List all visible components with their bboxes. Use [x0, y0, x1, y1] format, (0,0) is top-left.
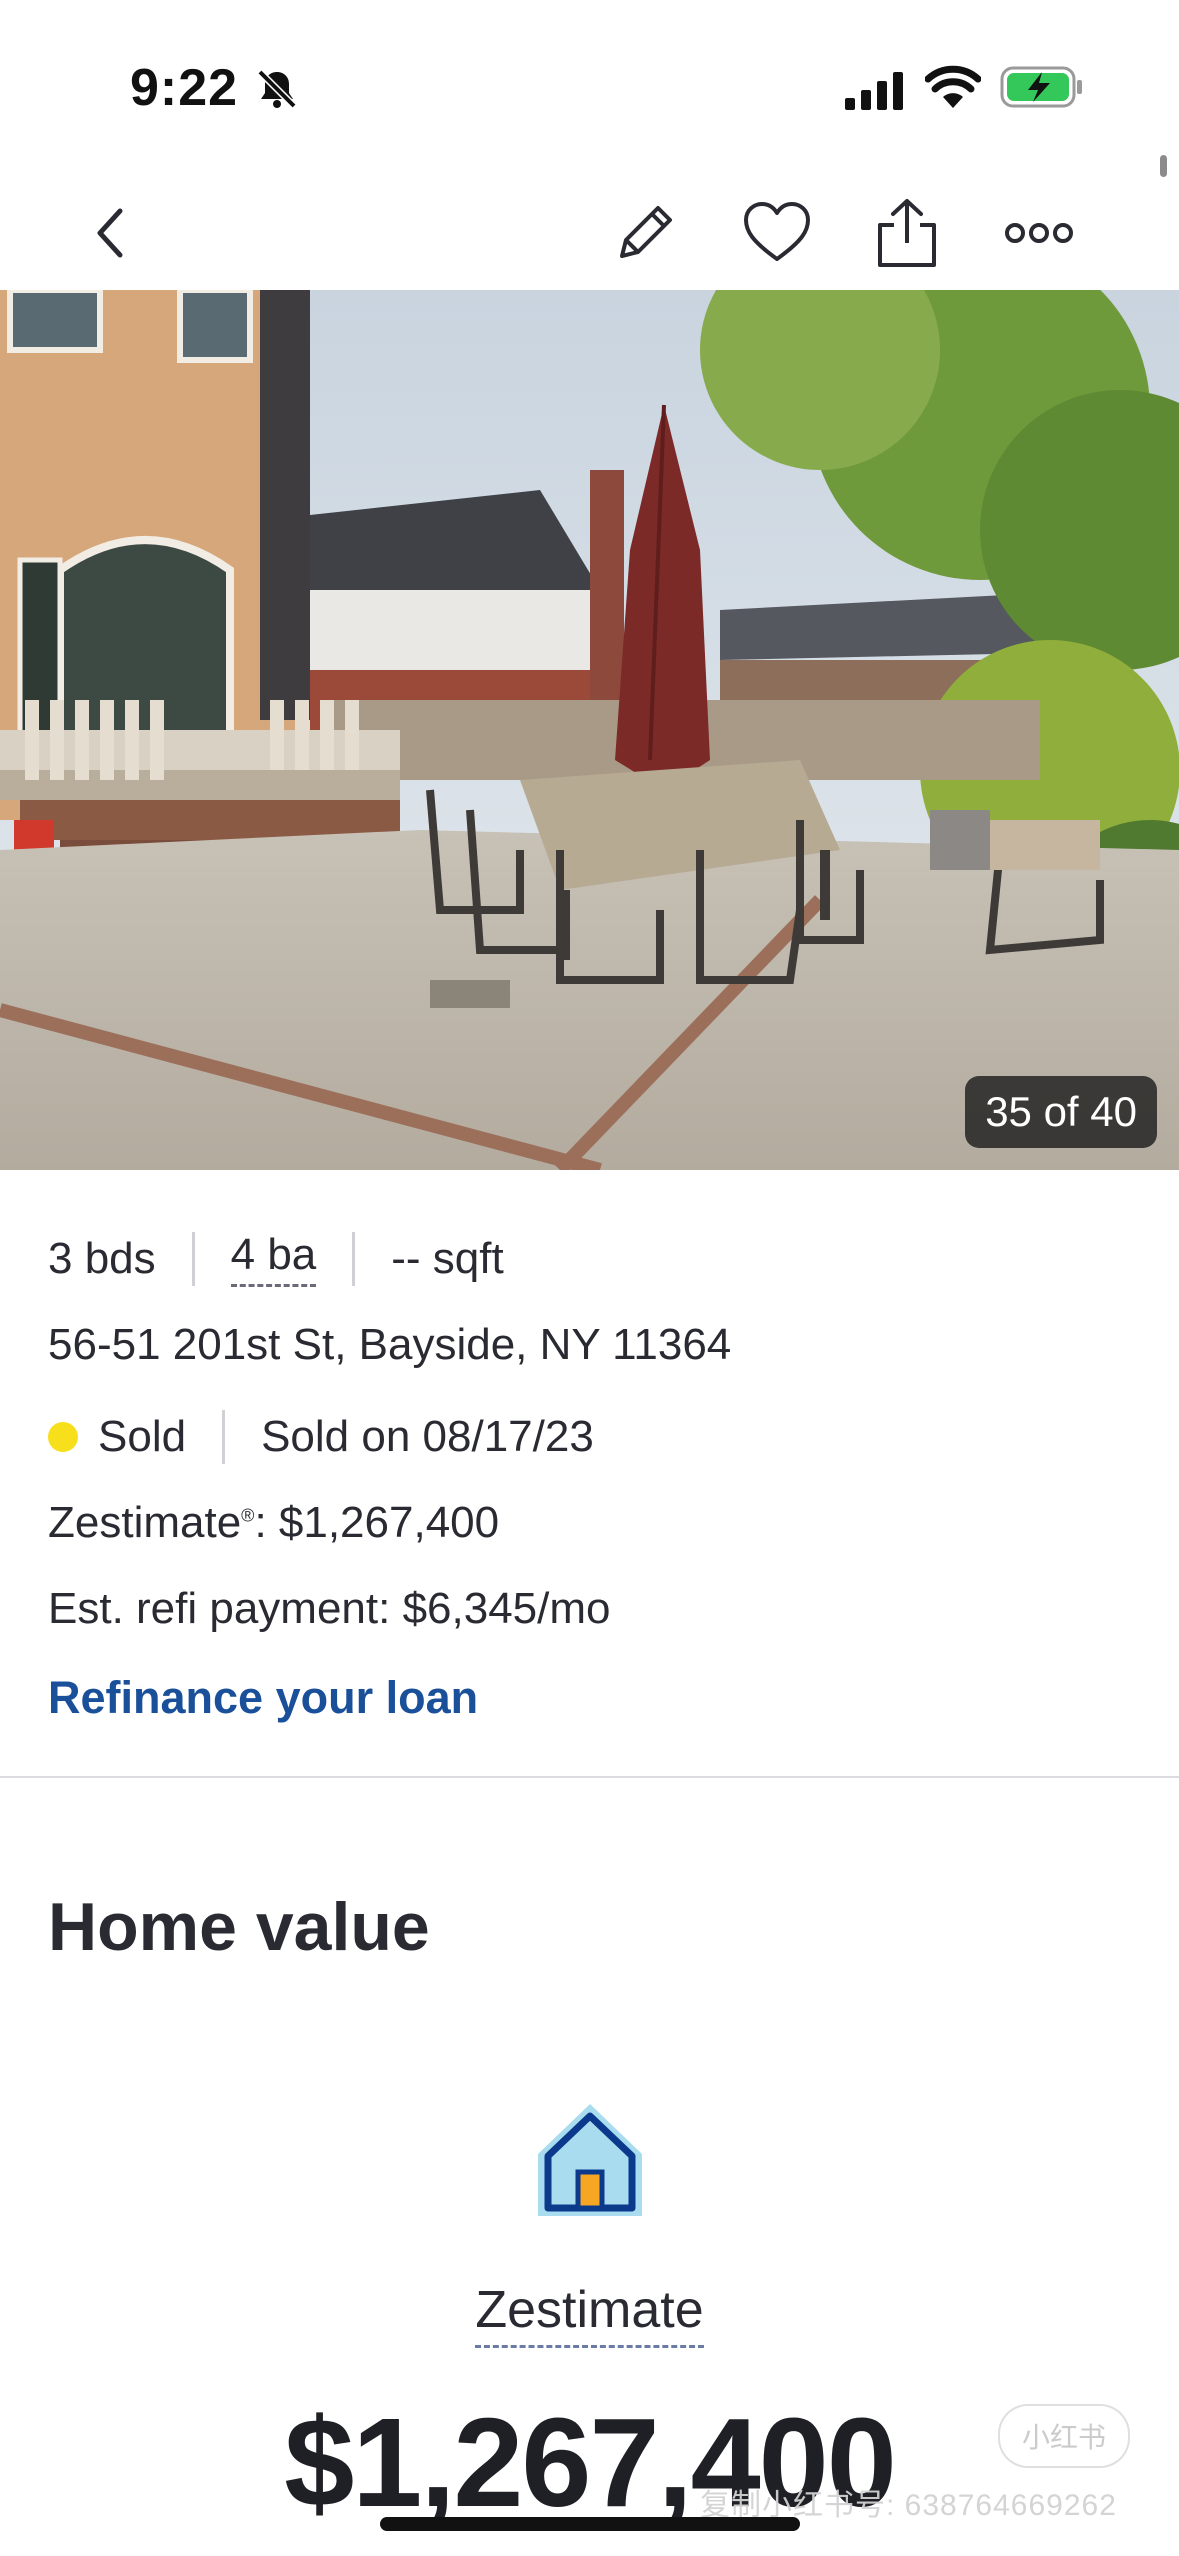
status-bar: 9:22 [0, 0, 1179, 170]
zestimate-summary-value: : $1,267,400 [254, 1498, 500, 1547]
beds-count: 3 bds [48, 1233, 156, 1283]
heart-icon [744, 202, 810, 261]
scrollbar-thumb[interactable] [1160, 155, 1167, 177]
listing-photo[interactable]: 35 of 40 [0, 290, 1179, 1170]
save-favorite-button[interactable] [732, 188, 822, 278]
property-address: 56-51 201st St, Bayside, NY 11364 [48, 1320, 732, 1369]
share-button[interactable] [862, 188, 952, 278]
more-icon [1005, 223, 1073, 243]
section-divider [0, 1776, 1179, 1778]
refi-payment: Est. refi payment: $6,345/mo [48, 1584, 611, 1633]
wifi-icon [925, 65, 981, 108]
house-icon [538, 2104, 642, 2216]
divider [352, 1231, 356, 1286]
back-button[interactable] [65, 188, 155, 278]
sold-date: Sold on 08/17/23 [261, 1412, 594, 1461]
top-nav-bar [0, 170, 1179, 290]
zestimate-summary: Zestimate®: $1,267,400 [48, 1498, 499, 1548]
cellular-signal-icon [845, 72, 903, 110]
status-dot-icon [48, 1422, 78, 1452]
zestimate-label: Zestimate [48, 1498, 242, 1547]
watermark-badge: 小红书 [998, 2404, 1130, 2468]
zestimate-heading[interactable]: Zestimate [0, 2280, 1179, 2348]
home-value-heading: Home value [48, 1889, 430, 1965]
more-options-button[interactable] [994, 188, 1084, 278]
baths-count[interactable]: 4 ba [230, 1230, 317, 1287]
photo-counter: 35 of 40 [965, 1076, 1157, 1148]
silent-bell-icon [257, 69, 297, 109]
sale-status: Sold Sold on 08/17/23 [48, 1410, 594, 1464]
status-time: 9:22 [130, 59, 239, 117]
zestimate-heading-text[interactable]: Zestimate [475, 2281, 704, 2348]
backyard-patio-image [0, 290, 1179, 1170]
status-text: Sold [98, 1412, 187, 1461]
home-indicator[interactable] [380, 2517, 800, 2531]
home-facts: 3 bds 4 ba -- sqft [48, 1230, 504, 1287]
refinance-link[interactable]: Refinance your loan [48, 1672, 478, 1724]
divider [222, 1410, 226, 1464]
divider [191, 1231, 195, 1286]
battery-charging-icon [1000, 66, 1082, 108]
share-icon [878, 199, 936, 267]
back-icon [97, 208, 123, 258]
edit-button[interactable] [600, 188, 690, 278]
pencil-icon [620, 206, 672, 258]
registered-mark: ® [241, 1505, 255, 1526]
sqft-value: -- sqft [391, 1233, 504, 1283]
